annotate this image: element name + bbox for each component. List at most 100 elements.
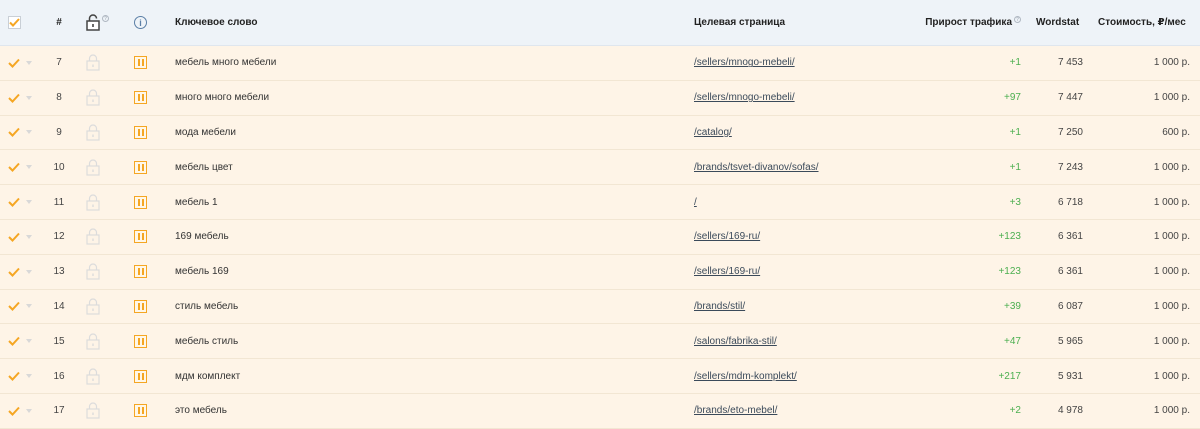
- row-lock[interactable]: [86, 150, 110, 184]
- row-number: 8: [56, 92, 62, 104]
- lock-icon: [86, 333, 100, 350]
- table-row[interactable]: 14 стиль мебель /brands/stil/ +39 6 087 …: [0, 289, 1200, 325]
- keyword-text: мебель цвет: [175, 161, 233, 173]
- header-lock[interactable]: ?: [86, 0, 110, 45]
- pause-button[interactable]: [134, 81, 156, 115]
- pause-button[interactable]: [134, 220, 156, 254]
- table-row[interactable]: 12 169 мебель /sellers/169-ru/ +123 6 36…: [0, 219, 1200, 255]
- chevron-down-icon: [26, 304, 32, 309]
- header-keyword[interactable]: Ключевое слово: [175, 0, 575, 45]
- pause-icon: [134, 299, 147, 313]
- help-icon[interactable]: ?: [102, 15, 109, 22]
- check-icon: [8, 197, 20, 208]
- keyword-text: мода мебели: [175, 126, 236, 138]
- pause-icon: [134, 91, 147, 105]
- traffic-growth: +1: [1009, 126, 1021, 138]
- row-number: 15: [53, 335, 65, 347]
- table-row[interactable]: 11 мебель 1 / +3 6 718 1 000 р.: [0, 185, 1200, 220]
- expand-toggle[interactable]: [26, 394, 36, 428]
- cost-value: 1 000 р.: [1153, 231, 1190, 243]
- select-all-checkbox[interactable]: [8, 0, 30, 45]
- pause-button[interactable]: [134, 324, 156, 358]
- row-lock[interactable]: [86, 81, 110, 115]
- expand-toggle[interactable]: [26, 255, 36, 289]
- wordstat-value: 6 361: [1057, 231, 1083, 243]
- pause-icon: [134, 369, 147, 383]
- expand-toggle[interactable]: [26, 116, 36, 150]
- expand-toggle[interactable]: [26, 150, 36, 184]
- row-lock[interactable]: [86, 324, 110, 358]
- pause-button[interactable]: [134, 255, 156, 289]
- table-row[interactable]: 7 мебель много мебели /sellers/mnogo-meb…: [0, 46, 1200, 81]
- chevron-down-icon: [26, 165, 32, 170]
- row-lock[interactable]: [86, 220, 110, 254]
- check-icon: [8, 232, 20, 242]
- keywords-table: # ? i Ключевое слово Целевая страница Пр…: [0, 0, 1200, 429]
- lock-icon: [86, 159, 100, 176]
- pause-button[interactable]: [134, 46, 156, 80]
- chevron-down-icon: [26, 234, 32, 239]
- pause-icon: [134, 125, 147, 139]
- traffic-growth: +123: [998, 266, 1021, 278]
- wordstat-value: 6 361: [1057, 266, 1083, 278]
- help-icon[interactable]: ?: [1014, 16, 1021, 23]
- check-icon: [8, 163, 20, 173]
- chevron-down-icon: [26, 130, 32, 135]
- header-num[interactable]: #: [44, 0, 74, 45]
- expand-toggle[interactable]: [26, 290, 36, 324]
- table-row[interactable]: 15 мебель стиль /salons/fabrika-stil/ +4…: [0, 324, 1200, 360]
- chevron-down-icon: [26, 339, 32, 344]
- row-lock[interactable]: [86, 359, 110, 393]
- pause-button[interactable]: [134, 150, 156, 184]
- chevron-down-icon: [26, 200, 32, 205]
- traffic-growth: +47: [1004, 335, 1021, 347]
- chevron-down-icon: [26, 374, 32, 379]
- header-wordstat[interactable]: Wordstat: [1036, 0, 1096, 45]
- header-traffic[interactable]: Прирост трафика ?: [880, 0, 1021, 45]
- pause-button[interactable]: [134, 185, 156, 219]
- pause-button[interactable]: [134, 394, 156, 428]
- row-number: 16: [53, 370, 65, 382]
- table-row[interactable]: 16 мдм комплект /sellers/mdm-komplekt/ +…: [0, 359, 1200, 394]
- expand-toggle[interactable]: [26, 324, 36, 358]
- traffic-growth: +123: [998, 231, 1021, 243]
- row-lock[interactable]: [86, 185, 110, 219]
- pause-button[interactable]: [134, 290, 156, 324]
- header-info[interactable]: i: [134, 0, 156, 45]
- table-row[interactable]: 8 много много мебели /sellers/mnogo-mebe…: [0, 80, 1200, 116]
- table-row[interactable]: 9 мода мебели /catalog/ +1 7 250 600 р.: [0, 115, 1200, 151]
- expand-toggle[interactable]: [26, 185, 36, 219]
- table-row[interactable]: 17 это мебель /brands/eto-mebel/ +2 4 97…: [0, 393, 1200, 429]
- table-row[interactable]: 10 мебель цвет /brands/tsvet-divanov/sof…: [0, 150, 1200, 186]
- expand-toggle[interactable]: [26, 46, 36, 80]
- expand-toggle[interactable]: [26, 81, 36, 115]
- keyword-text: мебель много мебели: [175, 57, 277, 69]
- cost-value: 1 000 р.: [1153, 57, 1190, 69]
- check-icon: [8, 337, 20, 347]
- expand-toggle[interactable]: [26, 359, 36, 393]
- wordstat-value: 6 718: [1057, 196, 1083, 208]
- row-lock[interactable]: [86, 46, 110, 80]
- row-lock[interactable]: [86, 116, 110, 150]
- expand-toggle[interactable]: [26, 220, 36, 254]
- pause-button[interactable]: [134, 359, 156, 393]
- pause-button[interactable]: [134, 116, 156, 150]
- keyword-text: много много мебели: [175, 92, 270, 104]
- check-icon: [8, 128, 20, 138]
- wordstat-value: 7 243: [1057, 161, 1083, 173]
- table-body: 7 мебель много мебели /sellers/mnogo-meb…: [0, 46, 1200, 429]
- pause-icon: [134, 265, 147, 279]
- cost-value: 1 000 р.: [1153, 266, 1190, 278]
- check-icon: [8, 58, 20, 68]
- wordstat-value: 7 250: [1057, 126, 1083, 138]
- lock-icon: [86, 402, 100, 419]
- keyword-text: 169 мебель: [175, 231, 229, 243]
- header-cost[interactable]: Стоимость, ₽/мес: [1098, 0, 1193, 45]
- row-lock[interactable]: [86, 290, 110, 324]
- keyword-text: мдм комплект: [175, 370, 241, 382]
- row-lock[interactable]: [86, 255, 110, 289]
- table-row[interactable]: 13 мебель 169 /sellers/169-ru/ +123 6 36…: [0, 254, 1200, 290]
- table-header: # ? i Ключевое слово Целевая страница Пр…: [0, 0, 1200, 46]
- pause-icon: [134, 230, 147, 244]
- row-lock[interactable]: [86, 394, 110, 428]
